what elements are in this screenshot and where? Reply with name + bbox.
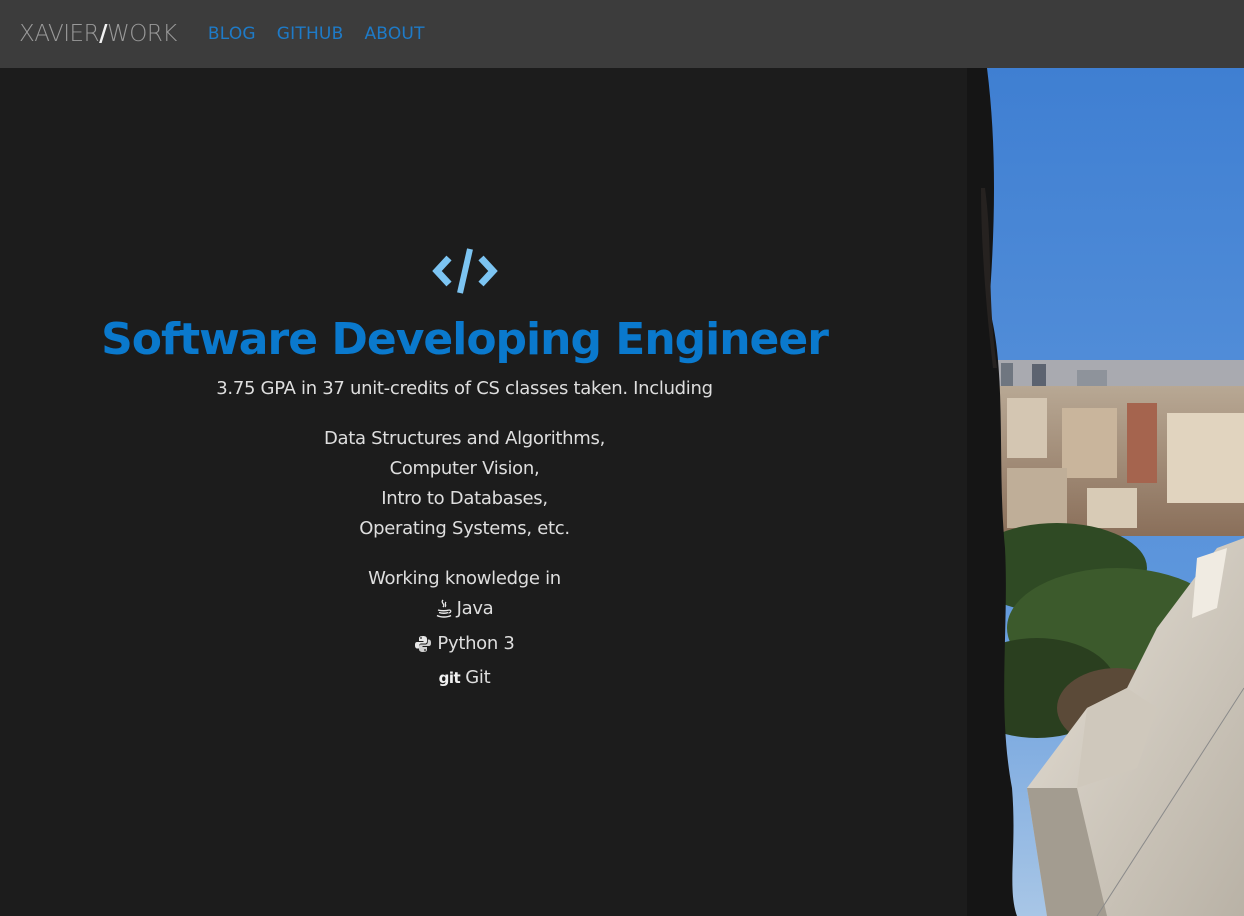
main-panel: Software Developing Engineer 3.75 GPA in…	[0, 68, 967, 916]
knowledge-heading: Working knowledge in	[368, 568, 561, 589]
skill-python: Python 3	[414, 629, 515, 659]
skill-label: Java	[456, 598, 494, 619]
top-navbar: XAVIER/WORK BLOG GITHUB ABOUT	[0, 0, 1244, 68]
skill-label: Git	[465, 667, 491, 688]
brand-slash: /	[99, 21, 107, 47]
brand-right: WORK	[106, 21, 177, 47]
skill-label: Python 3	[437, 633, 515, 654]
python-icon	[414, 635, 432, 653]
site-brand-link[interactable]: XAVIER/WORK	[19, 21, 177, 47]
nav-link-github[interactable]: GITHUB	[277, 24, 344, 44]
class-item: Data Structures and Algorithms,	[323, 428, 606, 449]
git-icon: git	[438, 669, 461, 687]
code-icon	[431, 248, 498, 294]
skill-java: Java	[436, 594, 494, 624]
gpa-line: 3.75 GPA in 37 unit-credits of CS classe…	[216, 378, 713, 399]
nav-link-blog[interactable]: BLOG	[208, 24, 256, 44]
hero-section: Software Developing Engineer 3.75 GPA in…	[0, 244, 929, 693]
class-item: Operating Systems, etc.	[359, 518, 570, 539]
java-icon	[436, 599, 452, 619]
city-photo	[967, 68, 1244, 916]
class-item: Intro to Databases,	[381, 488, 548, 509]
page-title: Software Developing Engineer	[101, 314, 829, 365]
nav-link-about[interactable]: ABOUT	[364, 24, 424, 44]
class-item: Computer Vision,	[389, 458, 540, 479]
brand-left: XAVIER	[19, 21, 100, 47]
skill-git: git Git	[439, 663, 491, 693]
